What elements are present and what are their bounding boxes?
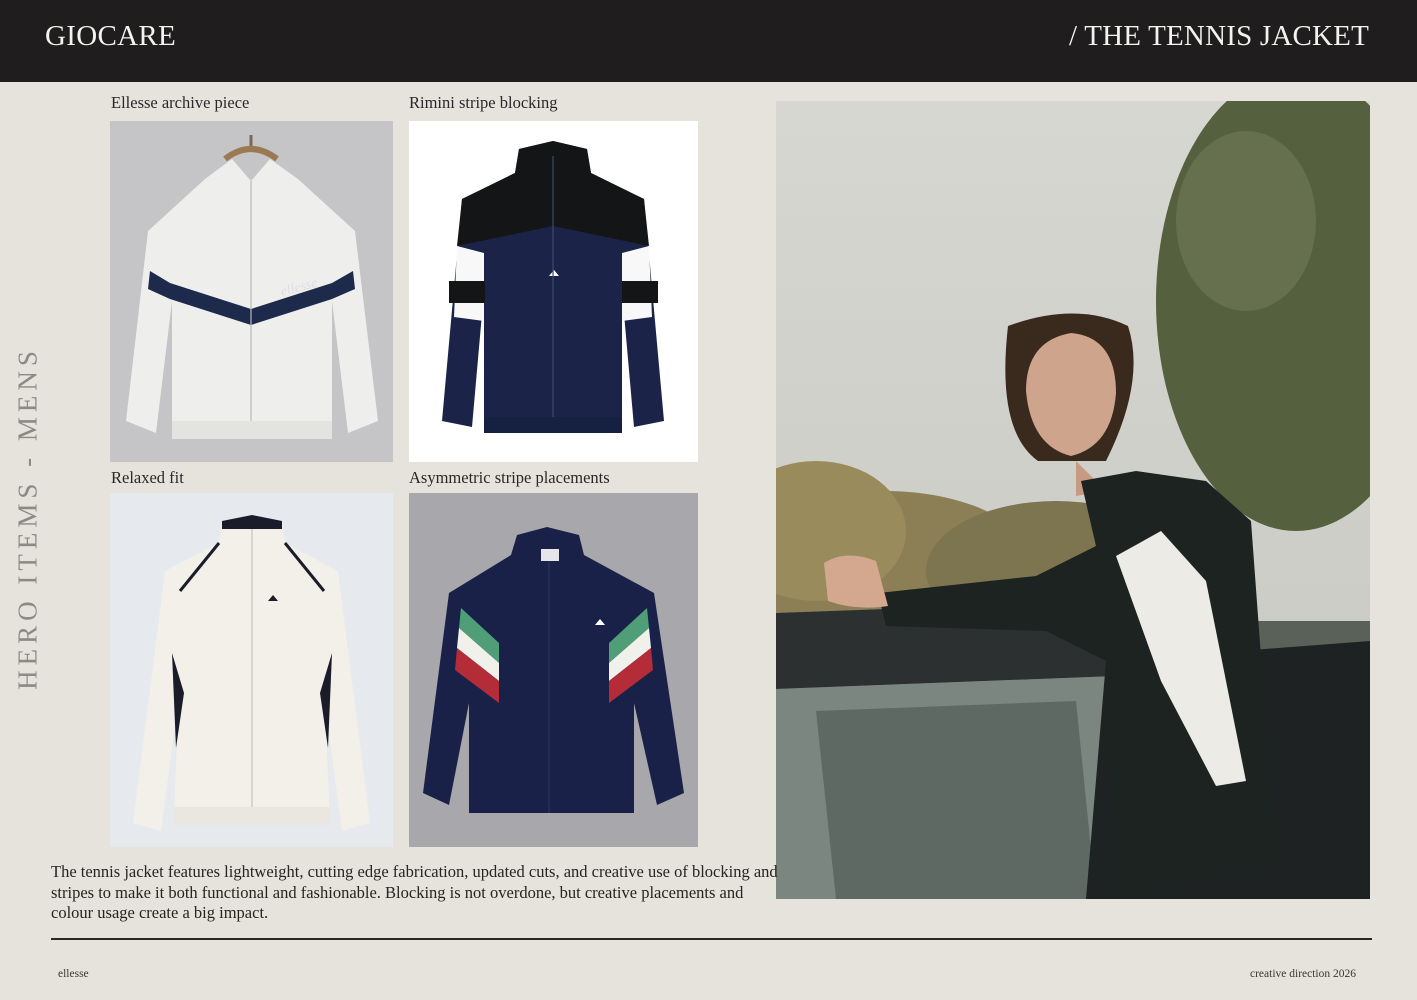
caption-asymmetric-stripes: Asymmetric stripe placements xyxy=(409,468,610,487)
footer-brand: ellesse xyxy=(58,968,89,980)
caption-stripe-blocking: Rimini stripe blocking xyxy=(409,93,558,112)
asymmetric-stripe-jacket-photo xyxy=(409,493,698,847)
relaxed-fit-jacket-photo xyxy=(110,493,393,847)
side-label: HERO ITEMS - MENS xyxy=(12,346,43,690)
header-bar: GIOCARE / THE TENNIS JACKET xyxy=(0,0,1417,82)
footer-divider xyxy=(51,938,1372,940)
caption-relaxed-fit: Relaxed fit xyxy=(111,468,184,487)
hero-model-photo xyxy=(776,101,1370,899)
archive-jacket-photo: ellesse xyxy=(110,121,393,462)
description-paragraph: The tennis jacket features lightweight, … xyxy=(51,862,778,922)
caption-archive-piece: Ellesse archive piece xyxy=(111,93,250,112)
stripe-blocking-jacket-photo xyxy=(409,121,698,462)
brand-title: GIOCARE xyxy=(45,20,176,52)
footer-note: creative direction 2026 xyxy=(1249,968,1356,980)
section-title: / THE TENNIS JACKET xyxy=(1069,20,1369,52)
